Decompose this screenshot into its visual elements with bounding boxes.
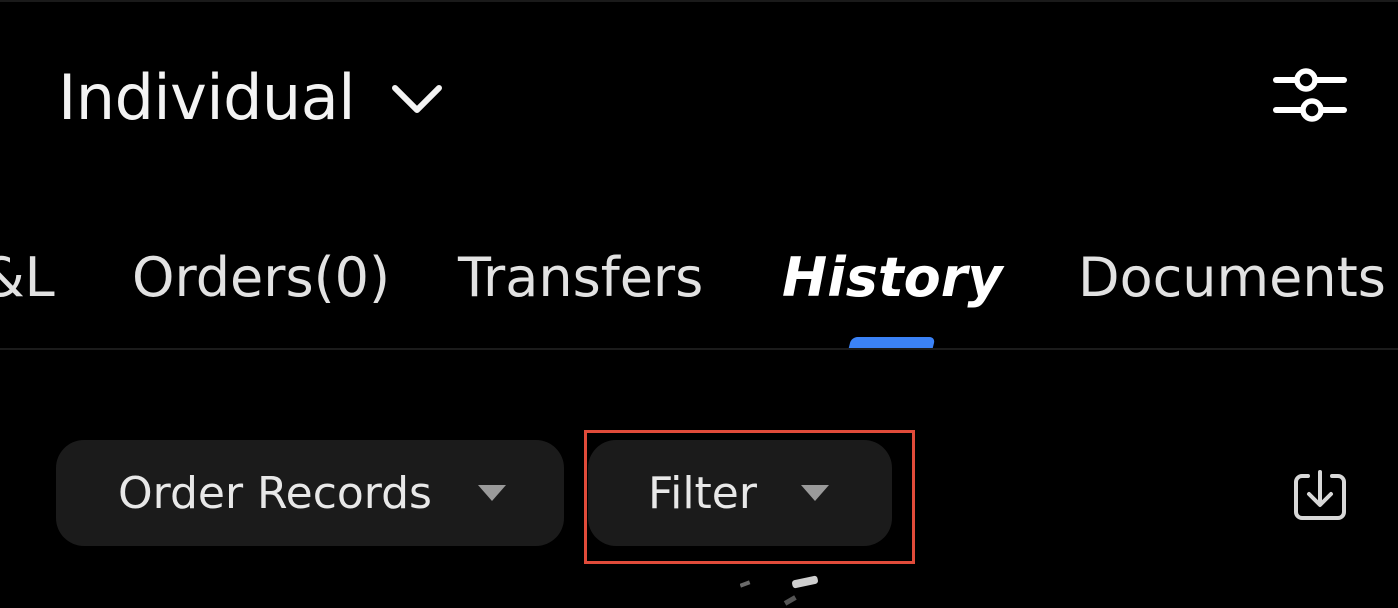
account-name: Individual (58, 61, 355, 134)
record-type-dropdown[interactable]: Order Records (56, 440, 564, 546)
loading-spinner-icon (740, 575, 818, 606)
tab-history[interactable]: History (782, 228, 1003, 328)
filter-dropdown[interactable]: Filter (588, 440, 892, 546)
tab-bar-divider (0, 348, 1398, 350)
sliders-icon[interactable] (1272, 66, 1348, 126)
chevron-down-icon (391, 85, 442, 113)
record-type-label: Order Records (118, 467, 432, 519)
download-icon[interactable] (1292, 468, 1348, 524)
account-selector[interactable]: Individual (58, 58, 445, 138)
tab-bar: P&L Orders(0) Transfers History Document… (0, 228, 1398, 348)
tab-orders[interactable]: Orders(0) (132, 228, 390, 328)
tab-transfers[interactable]: Transfers (458, 228, 703, 328)
header: Individual (0, 0, 1398, 190)
tab-pnl[interactable]: P&L (0, 228, 55, 328)
filter-label: Filter (648, 467, 757, 519)
tab-documents[interactable]: Documents (1078, 228, 1386, 328)
caret-down-icon (800, 485, 829, 501)
caret-down-icon (477, 485, 506, 501)
